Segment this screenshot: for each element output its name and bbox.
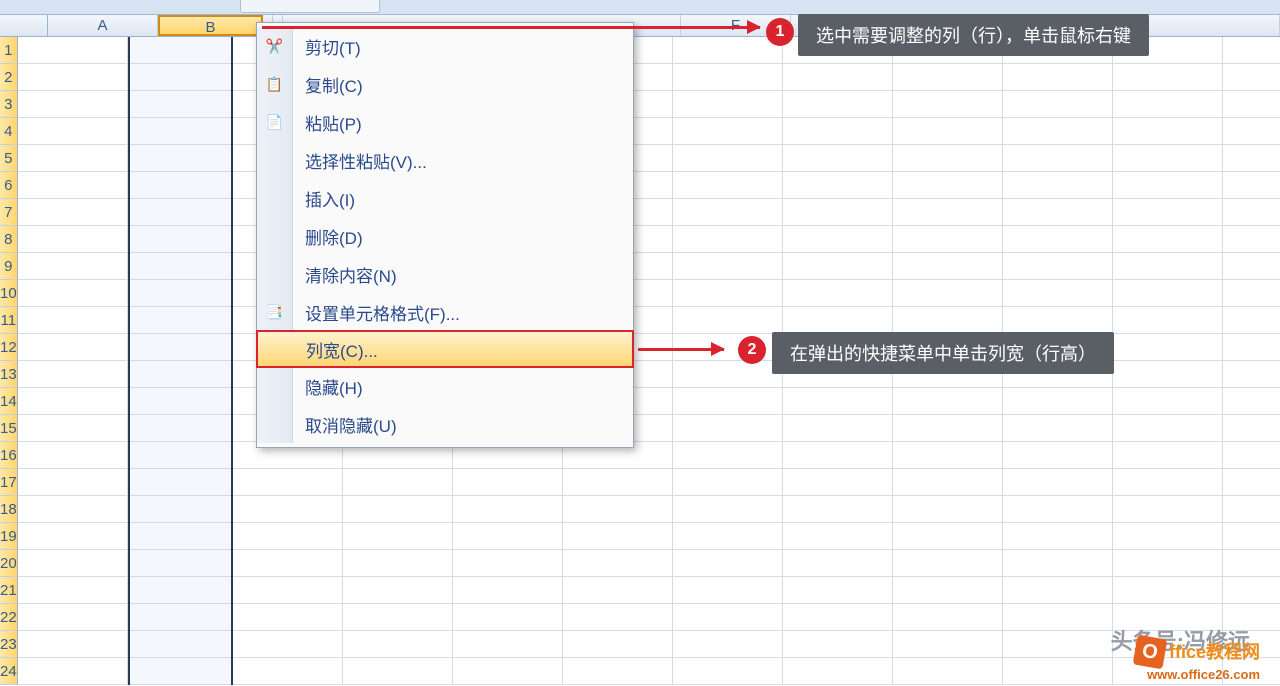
annotation-callout-2: 在弹出的快捷菜单中单击列宽（行高） [772, 332, 1114, 374]
menu-label: 选择性粘贴(V)... [305, 148, 427, 173]
menu-label: 删除(D) [305, 224, 363, 249]
row-header[interactable]: 12 [0, 334, 18, 361]
menu-copy[interactable]: 📋 复制(C) [257, 65, 633, 103]
row-header[interactable]: 8 [0, 226, 18, 253]
row-header[interactable]: 3 [0, 91, 18, 118]
row-header[interactable]: 20 [0, 550, 18, 577]
row-header[interactable]: 1 [0, 37, 18, 64]
blank-icon [257, 141, 293, 179]
menu-label: 设置单元格格式(F)... [305, 300, 460, 325]
row-header[interactable]: 19 [0, 523, 18, 550]
row-header[interactable]: 5 [0, 145, 18, 172]
blank-icon [258, 330, 294, 368]
paste-icon: 📄 [257, 103, 293, 141]
row-header[interactable]: 2 [0, 64, 18, 91]
menu-cut[interactable]: ✂️ 剪切(T) [257, 27, 633, 65]
col-header-b[interactable]: B [158, 15, 263, 36]
menu-label: 复制(C) [305, 72, 363, 97]
row-header[interactable]: 13 [0, 361, 18, 388]
row-headers: 1 2 3 4 5 6 7 8 9 10 11 12 13 14 15 16 1… [0, 37, 18, 685]
menu-hide[interactable]: 隐藏(H) [257, 367, 633, 405]
annotation-badge-1: 1 [766, 18, 794, 46]
blank-icon [257, 255, 293, 293]
menu-paste-special[interactable]: 选择性粘贴(V)... [257, 141, 633, 179]
formula-bar-area [0, 0, 1280, 15]
row-header[interactable]: 10 [0, 280, 18, 307]
menu-unhide[interactable]: 取消隐藏(U) [257, 405, 633, 443]
menu-format-cells[interactable]: 📑 设置单元格格式(F)... [257, 293, 633, 331]
menu-paste[interactable]: 📄 粘贴(P) [257, 103, 633, 141]
cut-icon: ✂️ [257, 27, 293, 65]
row-header[interactable]: 22 [0, 604, 18, 631]
selected-column-overlay [128, 37, 233, 685]
row-header[interactable]: 24 [0, 658, 18, 685]
col-header-a[interactable]: A [48, 15, 158, 36]
menu-label: 粘贴(P) [305, 110, 362, 135]
annotation-callout-1: 选中需要调整的列（行），单击鼠标右键 [798, 14, 1149, 56]
blank-icon [257, 367, 293, 405]
menu-label: 插入(I) [305, 186, 355, 211]
copy-icon: 📋 [257, 65, 293, 103]
row-header[interactable]: 9 [0, 253, 18, 280]
blank-icon [257, 217, 293, 255]
formula-box[interactable] [240, 0, 380, 13]
annotation-arrow-2 [638, 348, 724, 351]
menu-clear-contents[interactable]: 清除内容(N) [257, 255, 633, 293]
row-header[interactable]: 21 [0, 577, 18, 604]
format-icon: 📑 [257, 293, 293, 331]
logo-icon: O [1133, 635, 1168, 670]
row-header[interactable]: 14 [0, 388, 18, 415]
row-header[interactable]: 15 [0, 415, 18, 442]
context-menu: ✂️ 剪切(T) 📋 复制(C) 📄 粘贴(P) 选择性粘贴(V)... 插入(… [256, 22, 634, 448]
blank-icon [257, 179, 293, 217]
row-header[interactable]: 6 [0, 172, 18, 199]
menu-label: 清除内容(N) [305, 262, 397, 287]
row-header[interactable]: 23 [0, 631, 18, 658]
annotation-arrow-1 [262, 26, 760, 29]
menu-label: 隐藏(H) [305, 374, 363, 399]
row-header[interactable]: 17 [0, 469, 18, 496]
row-header[interactable]: 7 [0, 199, 18, 226]
menu-column-width[interactable]: 列宽(C)... [256, 330, 634, 368]
watermark-site: Office教程网 www.office26.com [1135, 637, 1260, 682]
menu-insert[interactable]: 插入(I) [257, 179, 633, 217]
menu-label: 取消隐藏(U) [305, 412, 397, 437]
row-header[interactable]: 11 [0, 307, 18, 334]
menu-label: 列宽(C)... [306, 337, 378, 362]
annotation-badge-2: 2 [738, 336, 766, 364]
blank-icon [257, 405, 293, 443]
row-header[interactable]: 18 [0, 496, 18, 523]
menu-label: 剪切(T) [305, 34, 361, 59]
row-header[interactable]: 16 [0, 442, 18, 469]
menu-delete[interactable]: 删除(D) [257, 217, 633, 255]
select-all-corner[interactable] [0, 15, 48, 36]
row-header[interactable]: 4 [0, 118, 18, 145]
